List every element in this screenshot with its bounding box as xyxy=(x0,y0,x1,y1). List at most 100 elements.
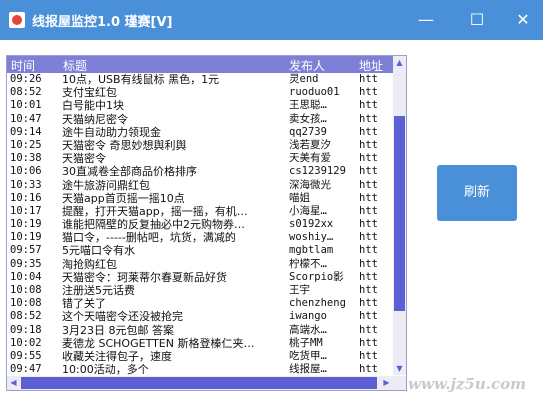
list-row[interactable]: 08:52 支付宝红包 ruoduo01 htt xyxy=(7,86,393,99)
column-header-publisher[interactable]: 发布人 xyxy=(289,57,325,74)
row-time: 10:25 xyxy=(10,138,42,151)
list-row[interactable]: 09:47 10:00活动，多个 线报屋… htt xyxy=(7,363,393,376)
row-publisher: 喵姐 xyxy=(289,191,310,204)
row-publisher: 吃货甲… xyxy=(289,349,327,362)
row-title: 10:00活动，多个 xyxy=(62,363,149,377)
list-row[interactable]: 09:18 3月23日 8元包邮 答案 高端水… htt xyxy=(7,324,393,337)
row-publisher: qq2739 xyxy=(289,125,327,138)
row-time: 10:47 xyxy=(10,112,42,125)
list-row[interactable]: 10:25 天猫密令 奇思妙想舆利舆 浅若夏汐 htt xyxy=(7,139,393,152)
row-address: htt xyxy=(359,191,378,204)
title-bar: 线报屋监控1.0 瑾赛[V] — ☐ ✕ xyxy=(0,0,543,40)
row-time: 09:47 xyxy=(10,363,42,376)
row-publisher: 深海微光 xyxy=(289,178,331,191)
scroll-left-arrow-icon[interactable]: ◀ xyxy=(7,376,20,390)
row-publisher: 卖女孩… xyxy=(289,112,327,125)
row-time: 08:52 xyxy=(10,86,42,99)
row-time: 10:19 xyxy=(10,218,42,231)
row-title: 支付宝红包 xyxy=(62,86,117,100)
list-row[interactable]: 10:17 提醒，打开天猫app，摇一摇，有机… 小海星… htt xyxy=(7,205,393,218)
row-title: 错了关了 xyxy=(62,297,106,311)
row-title: 这个天喵密令还没被抢完 xyxy=(62,310,183,324)
row-time: 08:52 xyxy=(10,310,42,323)
row-title: 天猫密令：珂莱蒂尔春夏新品好货 xyxy=(62,270,227,284)
scroll-corner xyxy=(393,376,406,390)
row-time: 10:01 xyxy=(10,99,42,112)
row-title: 3月23日 8元包邮 答案 xyxy=(62,323,174,337)
row-publisher: 王思聪… xyxy=(289,99,327,112)
column-header-address[interactable]: 地址 xyxy=(359,57,383,74)
list-row[interactable]: 10:38 天猫密令 天美有爱 htt xyxy=(7,152,393,165)
minimize-button[interactable]: — xyxy=(406,6,446,34)
row-address: htt xyxy=(359,73,378,85)
row-publisher: chenzheng xyxy=(289,297,346,310)
list-row[interactable]: 10:08 注册送5元话费 王宇 htt xyxy=(7,284,393,297)
list-row[interactable]: 09:14 途牛自动助力领现金 qq2739 htt xyxy=(7,126,393,139)
list-row[interactable]: 10:08 错了关了 chenzheng htt xyxy=(7,297,393,310)
row-title: 30直减卷全部商品价格排序 xyxy=(62,165,197,179)
row-time: 10:16 xyxy=(10,191,42,204)
scroll-right-arrow-icon[interactable]: ▶ xyxy=(380,376,393,390)
row-title: 天猫密令 xyxy=(62,152,106,166)
refresh-button[interactable]: 刷新 xyxy=(437,165,517,221)
horizontal-scrollbar[interactable]: ◀ ▶ xyxy=(7,376,393,390)
row-time: 09:26 xyxy=(10,73,42,85)
row-publisher: cs1239129 xyxy=(289,165,346,178)
posts-list-view[interactable]: 时间 标题 发布人 地址 09:26 10点，USB有线鼠标 黑色，1元 灵end h… xyxy=(6,55,407,391)
row-publisher: 灵end xyxy=(289,73,319,85)
list-row[interactable]: 10:01 白号能中1块 王思聪… htt xyxy=(7,99,393,112)
row-publisher: s0192xx xyxy=(289,218,334,231)
row-address: htt xyxy=(359,257,378,270)
row-time: 10:02 xyxy=(10,336,42,349)
row-title: 谁能把隔壁的反复抽必中2元购物券… xyxy=(62,218,245,232)
row-title: 收藏关注得包子，速度 xyxy=(62,349,172,363)
row-publisher: 线报屋… xyxy=(289,363,327,376)
list-row[interactable]: 10:19 猫口令，-----删帖吧，坑货，满减的 woshiy… htt xyxy=(7,231,393,244)
list-row[interactable]: 10:47 天猫纳尼密令 卖女孩… htt xyxy=(7,113,393,126)
list-row[interactable]: 10:04 天猫密令：珂莱蒂尔春夏新品好货 Scorpio影 htt xyxy=(7,271,393,284)
list-row[interactable]: 10:19 谁能把隔壁的反复抽必中2元购物券… s0192xx htt xyxy=(7,218,393,231)
row-address: htt xyxy=(359,138,378,151)
row-address: htt xyxy=(359,244,378,257)
row-time: 09:14 xyxy=(10,125,42,138)
row-address: htt xyxy=(359,297,378,310)
list-row[interactable]: 09:26 10点，USB有线鼠标 黑色，1元 灵end htt xyxy=(7,73,393,86)
list-rows: 09:26 10点，USB有线鼠标 黑色，1元 灵end htt 08:52 支付宝红包 r… xyxy=(7,73,393,376)
vertical-scroll-thumb[interactable] xyxy=(394,116,405,311)
row-title: 猫口令，-----删帖吧，坑货，满减的 xyxy=(62,231,236,245)
list-row[interactable]: 10:33 途牛旅游问鼎红包 深海微光 htt xyxy=(7,179,393,192)
list-row[interactable]: 09:55 收藏关注得包子，速度 吃货甲… htt xyxy=(7,350,393,363)
row-title: 白号能中1块 xyxy=(62,99,124,113)
row-time: 09:35 xyxy=(10,257,42,270)
scroll-up-arrow-icon[interactable]: ▲ xyxy=(393,56,406,69)
row-address: htt xyxy=(359,336,378,349)
row-publisher: mgbtlam xyxy=(289,244,334,257)
row-time: 10:33 xyxy=(10,178,42,191)
row-title: 10点，USB有线鼠标 黑色，1元 xyxy=(62,73,220,86)
row-address: htt xyxy=(359,218,378,231)
list-row[interactable]: 10:16 天猫app首页摇一摇10点 喵姐 htt xyxy=(7,192,393,205)
row-publisher: iwango xyxy=(289,310,327,323)
list-row[interactable]: 10:06 30直减卷全部商品价格排序 cs1239129 htt xyxy=(7,165,393,178)
row-address: htt xyxy=(359,152,378,165)
row-address: htt xyxy=(359,178,378,191)
row-address: htt xyxy=(359,323,378,336)
scroll-down-arrow-icon[interactable]: ▼ xyxy=(393,362,406,375)
column-header-time[interactable]: 时间 xyxy=(11,57,35,74)
row-address: htt xyxy=(359,204,378,217)
watermark: www.jz5u.com xyxy=(408,375,526,393)
row-time: 09:18 xyxy=(10,323,42,336)
close-button[interactable]: ✕ xyxy=(503,6,543,34)
row-time: 10:06 xyxy=(10,165,42,178)
list-row[interactable]: 10:02 麦德龙 SCHOGETTEN 斯格登榛仁夹… 桃子MM htt xyxy=(7,337,393,350)
maximize-button[interactable]: ☐ xyxy=(457,6,497,34)
row-publisher: woshiy… xyxy=(289,231,334,244)
list-row[interactable]: 09:57 5元喵口令有水 mgbtlam htt xyxy=(7,244,393,257)
vertical-scrollbar[interactable]: ▲ ▼ xyxy=(393,56,406,375)
horizontal-scroll-thumb[interactable] xyxy=(21,377,377,389)
list-row[interactable]: 08:52 这个天喵密令还没被抢完 iwango htt xyxy=(7,310,393,323)
list-row[interactable]: 09:35 淘抢购红包 柠檬不… htt xyxy=(7,258,393,271)
column-header-title[interactable]: 标题 xyxy=(63,57,87,74)
row-time: 10:08 xyxy=(10,297,42,310)
row-title: 途牛自动助力领现金 xyxy=(62,125,161,139)
